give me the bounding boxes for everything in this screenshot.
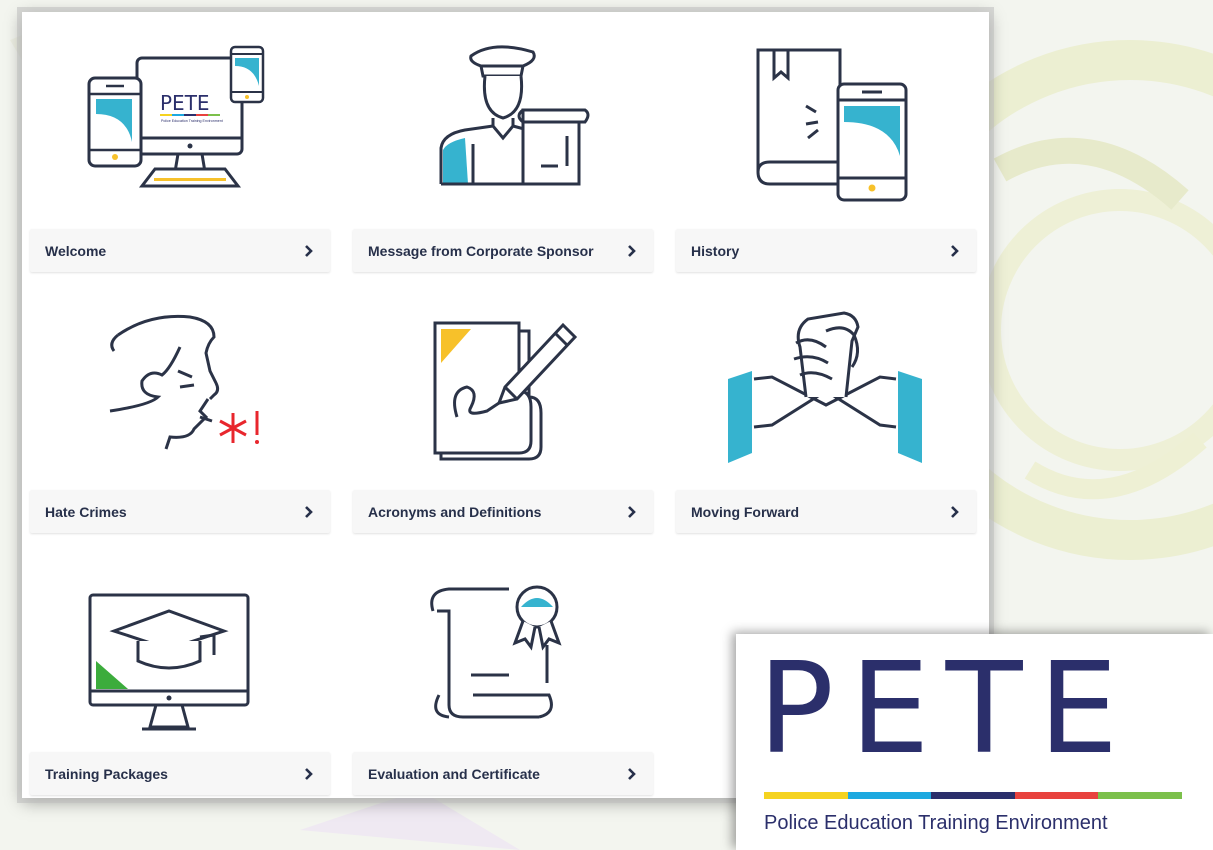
welcome-button[interactable]: Welcome	[30, 229, 330, 272]
tile-moving-forward: Moving Forward	[676, 287, 976, 535]
chevron-right-icon	[625, 244, 639, 258]
document-pencil-icon	[353, 287, 653, 487]
training-packages-label: Training Packages	[45, 765, 168, 782]
chevron-right-icon	[625, 767, 639, 781]
chevron-right-icon	[302, 505, 316, 519]
tile-welcome: PETE Police Education Training Environme…	[30, 26, 330, 274]
evaluation-certificate-button[interactable]: Evaluation and Certificate	[353, 752, 653, 795]
shouting-face-icon	[30, 287, 330, 487]
history-label: History	[691, 242, 740, 259]
tile-corporate-sponsor: Message from Corporate Sponsor	[353, 26, 653, 274]
acronyms-label: Acronyms and Definitions	[368, 503, 542, 520]
chevron-right-icon	[302, 767, 316, 781]
evaluation-certificate-label: Evaluation and Certificate	[368, 765, 540, 782]
mini-logo-word: PETE	[160, 91, 210, 115]
corporate-sponsor-label: Message from Corporate Sponsor	[368, 242, 594, 259]
logo-stripe	[1098, 792, 1182, 799]
welcome-label: Welcome	[45, 242, 107, 259]
logo-stripe	[1014, 792, 1099, 799]
handshake-icon	[676, 287, 976, 487]
logo-stripe	[847, 792, 932, 799]
hate-crimes-label: Hate Crimes	[45, 503, 127, 520]
tile-evaluation-certificate: Evaluation and Certificate	[353, 549, 653, 797]
chevron-right-icon	[625, 505, 639, 519]
chevron-right-icon	[302, 244, 316, 258]
tile-acronyms: Acronyms and Definitions	[353, 287, 653, 535]
logo-wordmark: PETE	[758, 635, 1135, 782]
acronyms-button[interactable]: Acronyms and Definitions	[353, 490, 653, 533]
logo-stripe	[931, 792, 1015, 799]
monitor-graduation-cap-icon	[30, 549, 330, 749]
officer-scroll-icon	[353, 26, 653, 226]
devices-pete-icon: PETE Police Education Training Environme…	[30, 26, 330, 226]
certificate-scroll-icon	[353, 549, 653, 749]
history-button[interactable]: History	[676, 229, 976, 272]
logo-color-stripes	[764, 792, 1182, 799]
pete-logo: PETE Police Education Training Environme…	[736, 634, 1213, 850]
hate-crimes-button[interactable]: Hate Crimes	[30, 490, 330, 533]
tile-training-packages: Training Packages	[30, 549, 330, 797]
logo-stripe	[764, 792, 848, 799]
corporate-sponsor-button[interactable]: Message from Corporate Sponsor	[353, 229, 653, 272]
moving-forward-label: Moving Forward	[691, 503, 800, 520]
moving-forward-button[interactable]: Moving Forward	[676, 490, 976, 533]
logo-subtitle: Police Education Training Environment	[764, 812, 1108, 834]
chevron-right-icon	[948, 505, 962, 519]
book-phone-icon	[676, 26, 976, 226]
tile-history: History	[676, 26, 976, 274]
tile-hate-crimes: Hate Crimes	[30, 287, 330, 535]
mini-logo-subtitle: Police Education Training Environment	[161, 119, 223, 123]
training-packages-button[interactable]: Training Packages	[30, 752, 330, 795]
chevron-right-icon	[948, 244, 962, 258]
